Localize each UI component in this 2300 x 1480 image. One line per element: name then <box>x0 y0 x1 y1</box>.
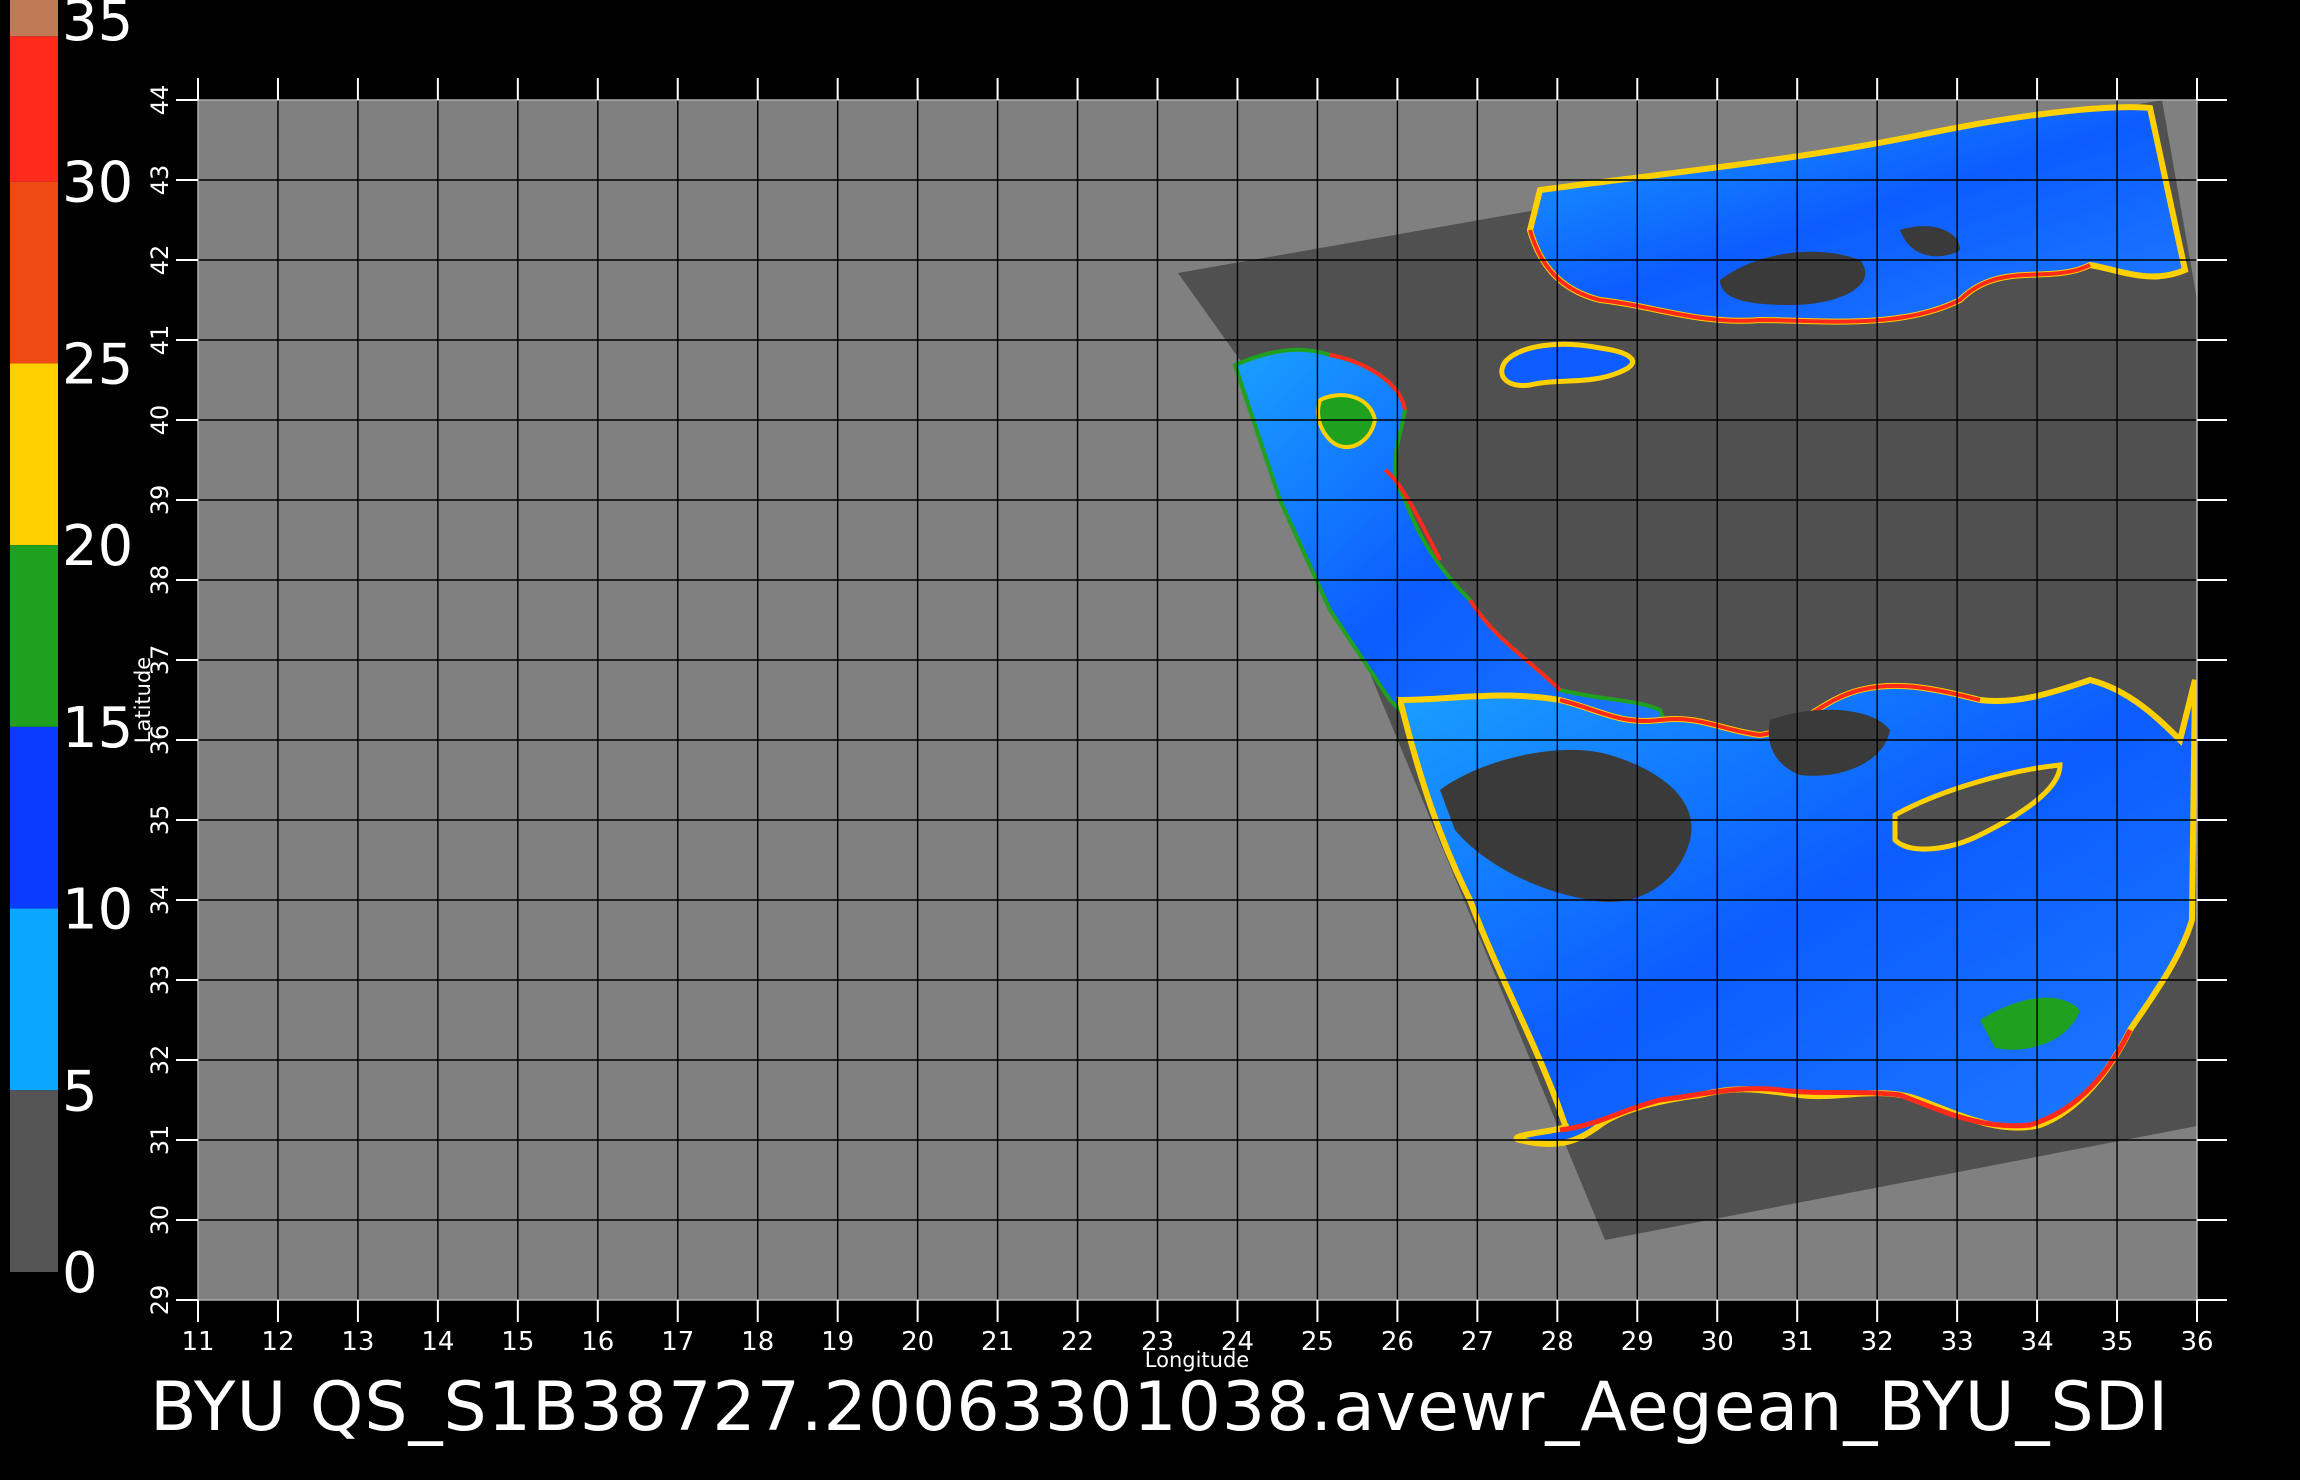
longitude-tick-label: 28 <box>1541 1327 1574 1357</box>
longitude-tick-label: 20 <box>901 1327 934 1357</box>
longitude-tick-label: 27 <box>1461 1327 1494 1357</box>
longitude-tick-label: 35 <box>2100 1327 2133 1357</box>
longitude-tick-label: 33 <box>1941 1327 1974 1357</box>
latitude-tick-label: 34 <box>146 885 174 916</box>
longitude-tick-label: 31 <box>1781 1327 1814 1357</box>
colorbar-segment <box>10 0 58 37</box>
colorbar-segment <box>10 545 58 727</box>
latitude-tick-label: 42 <box>146 245 174 276</box>
latitude-tick-label: 44 <box>146 85 174 116</box>
longitude-tick-label: 30 <box>1701 1327 1734 1357</box>
latitude-tick-label: 38 <box>146 565 174 596</box>
longitude-tick-label: 11 <box>181 1327 214 1357</box>
colorbar-tick-label: 15 <box>62 696 133 761</box>
wind-speed-map-figure: 35 30 25 20 15 10 5 0 11 12 13 14 15 16 17 18 1… <box>10 0 2227 1372</box>
aegean-islands-green <box>1316 393 1378 450</box>
colorbar-segment <box>10 181 58 364</box>
longitude-tick-label: 14 <box>421 1327 454 1357</box>
colorbar-tick-label: 30 <box>62 151 133 216</box>
latitude-tick-label: 33 <box>146 965 174 996</box>
latitude-tick-label: 29 <box>146 1285 174 1316</box>
latitude-tick-label: 30 <box>146 1205 174 1236</box>
latitude-tick-label: 41 <box>146 325 174 356</box>
colorbar-tick-label: 0 <box>62 1241 98 1306</box>
longitude-tick-label: 36 <box>2180 1327 2213 1357</box>
y-axis-title: Latitude <box>131 657 155 743</box>
colorbar-tick-label: 35 <box>62 0 133 54</box>
figure-caption: BYU QS_S1B38727.20063301038.avewr_Aegean… <box>150 1368 2170 1447</box>
longitude-tick-label: 26 <box>1381 1327 1414 1357</box>
map-plot-area: 11 12 13 14 15 16 17 18 19 20 21 22 23 24 25 26 27 28 29 30… <box>131 78 2227 1372</box>
colorbar-segment <box>10 1090 58 1272</box>
longitude-tick-label: 16 <box>581 1327 614 1357</box>
longitude-tick-label: 32 <box>1861 1327 1894 1357</box>
latitude-tick-label: 39 <box>146 485 174 516</box>
longitude-tick-label: 17 <box>661 1327 694 1357</box>
longitude-tick-label: 12 <box>261 1327 294 1357</box>
longitude-tick-label: 25 <box>1301 1327 1334 1357</box>
longitude-tick-label: 18 <box>741 1327 774 1357</box>
colorbar-tick-label: 20 <box>62 514 133 579</box>
colorbar-tick-label: 5 <box>62 1059 98 1124</box>
longitude-tick-label: 13 <box>341 1327 374 1357</box>
longitude-tick-label: 22 <box>1061 1327 1094 1357</box>
color-scale-bar <box>10 0 58 1272</box>
longitude-tick-label: 29 <box>1621 1327 1654 1357</box>
color-scale-labels: 35 30 25 20 15 10 5 0 <box>62 0 133 1306</box>
longitude-tick-label: 19 <box>821 1327 854 1357</box>
colorbar-segment <box>10 908 58 1091</box>
colorbar-tick-label: 10 <box>62 878 133 943</box>
colorbar-segment <box>10 726 58 909</box>
longitude-tick-label: 21 <box>981 1327 1014 1357</box>
latitude-tick-label: 35 <box>146 805 174 836</box>
colorbar-segment <box>10 36 58 182</box>
latitude-tick-label: 32 <box>146 1045 174 1076</box>
longitude-tick-label: 15 <box>501 1327 534 1357</box>
longitude-tick-label: 34 <box>2021 1327 2054 1357</box>
colorbar-segment <box>10 363 58 546</box>
latitude-tick-label: 43 <box>146 165 174 196</box>
latitude-tick-label: 31 <box>146 1125 174 1156</box>
colorbar-tick-label: 25 <box>62 332 133 397</box>
latitude-tick-label: 40 <box>146 405 174 436</box>
